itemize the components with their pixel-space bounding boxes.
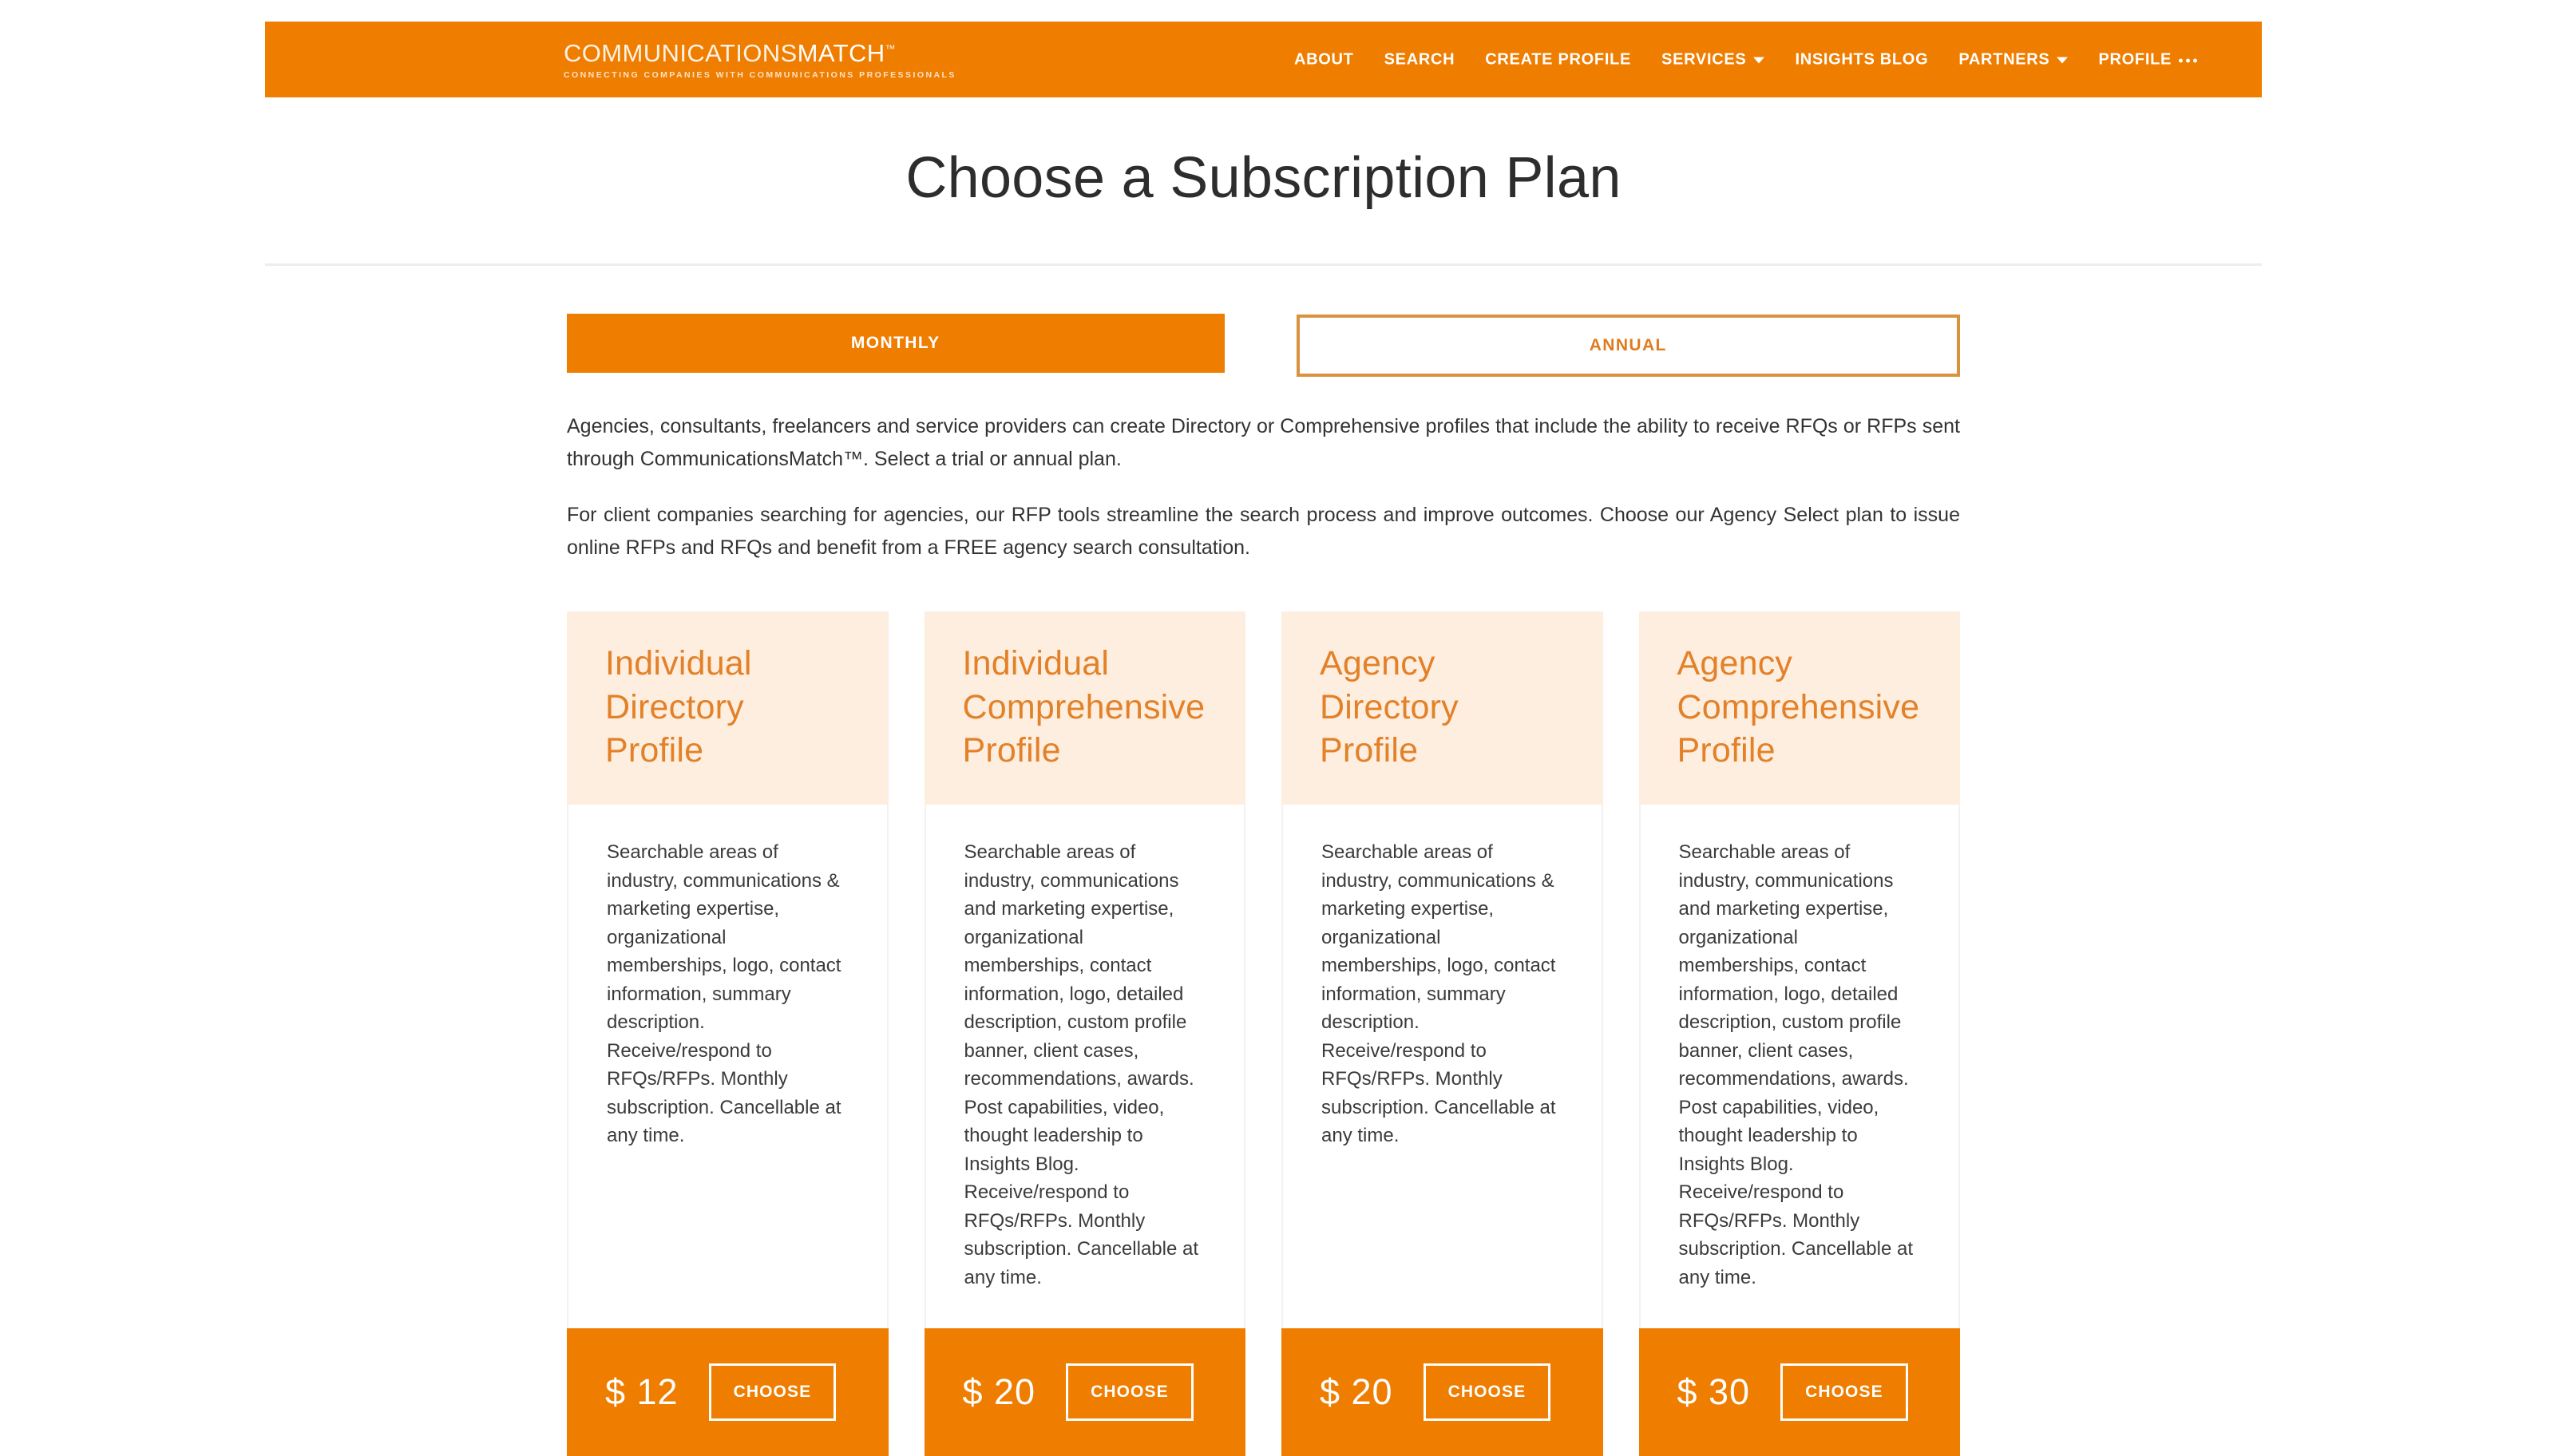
choose-button[interactable]: CHOOSE — [1423, 1363, 1551, 1422]
monthly-toggle-button[interactable]: MONTHLY — [567, 314, 1225, 374]
intro-text: Agencies, consultants, freelancers and s… — [567, 410, 1960, 564]
plan-name: Individual Directory Profile — [605, 644, 752, 770]
plan-card-body: Searchable areas of industry, communicat… — [1638, 805, 1960, 1329]
brand-name: COMMUNICATIONSMATCH™ — [564, 40, 956, 65]
plan-card-header: Individual Comprehensive Profile — [924, 611, 1245, 805]
nav-label: PARTNERS — [1958, 50, 2050, 68]
billing-period-toggle: MONTHLY ANNUAL — [567, 314, 1960, 378]
brand-name-part1: COMMUNICATIONS — [564, 38, 798, 67]
nav-label: INSIGHTS BLOG — [1795, 50, 1929, 68]
nav-item-partners[interactable]: PARTNERS — [1943, 44, 2083, 75]
plan-name: Individual Comprehensive Profile — [962, 644, 1206, 770]
nav-item-search[interactable]: SEARCH — [1369, 44, 1471, 75]
nav-label: CREATE PROFILE — [1485, 50, 1632, 68]
plan-card: Individual Comprehensive Profile Searcha… — [924, 611, 1245, 1456]
plan-card-header: Agency Comprehensive Profile — [1638, 611, 1960, 805]
nav-label: SERVICES — [1661, 50, 1747, 68]
annual-toggle-button[interactable]: ANNUAL — [1296, 315, 1960, 378]
choose-button[interactable]: CHOOSE — [1780, 1363, 1908, 1422]
brand-tagline: CONNECTING COMPANIES WITH COMMUNICATIONS… — [564, 69, 956, 80]
plan-card-header: Agency Directory Profile — [1281, 611, 1603, 805]
plan-card-header: Individual Directory Profile — [567, 611, 889, 805]
plan-price: $ 30 — [1677, 1371, 1751, 1413]
chevron-down-icon — [1753, 57, 1765, 64]
title-divider — [265, 263, 2262, 267]
plan-price: $ 20 — [1320, 1371, 1393, 1413]
nav-item-about[interactable]: ABOUT — [1279, 44, 1369, 75]
page-container: COMMUNICATIONSMATCH™ CONNECTING COMPANIE… — [265, 0, 2262, 1456]
choose-button[interactable]: CHOOSE — [708, 1363, 837, 1422]
plan-name: Agency Comprehensive Profile — [1677, 644, 1920, 770]
brand-name-part2: MATCH — [797, 38, 885, 67]
plan-description: Searchable areas of industry, communicat… — [1321, 841, 1556, 1147]
trademark-icon: ™ — [885, 42, 896, 54]
plan-card-body: Searchable areas of industry, communicat… — [1281, 805, 1603, 1329]
plan-card-footer: $ 20 CHOOSE — [924, 1328, 1245, 1456]
plan-description: Searchable areas of industry, communicat… — [607, 841, 841, 1147]
plan-description: Searchable areas of industry, communicat… — [1678, 841, 1914, 1288]
main-navigation: ABOUT SEARCH CREATE PROFILE SERVICES INS… — [1279, 44, 2212, 75]
page-title: Choose a Subscription Plan — [905, 146, 1622, 210]
plan-card-footer: $ 12 CHOOSE — [567, 1328, 889, 1456]
plan-description: Searchable areas of industry, communicat… — [964, 841, 1199, 1288]
choose-button[interactable]: CHOOSE — [1066, 1363, 1194, 1422]
plan-cards-grid: Individual Directory Profile Searchable … — [567, 611, 1960, 1456]
ellipsis-icon — [2179, 58, 2198, 62]
plan-price: $ 20 — [962, 1371, 1036, 1413]
nav-item-services[interactable]: SERVICES — [1646, 44, 1780, 75]
plan-name: Agency Directory Profile — [1320, 644, 1459, 770]
plan-card-body: Searchable areas of industry, communicat… — [567, 805, 889, 1329]
plan-card-footer: $ 20 CHOOSE — [1281, 1328, 1603, 1456]
nav-label: PROFILE — [2098, 50, 2172, 68]
nav-item-profile[interactable]: PROFILE — [2083, 44, 2212, 75]
intro-paragraph-2: For client companies searching for agenc… — [567, 504, 1960, 559]
nav-item-insights-blog[interactable]: INSIGHTS BLOG — [1780, 44, 1943, 75]
plan-card-footer: $ 30 CHOOSE — [1638, 1328, 1960, 1456]
plan-card: Individual Directory Profile Searchable … — [567, 611, 889, 1456]
plan-card: Agency Comprehensive Profile Searchable … — [1638, 611, 1960, 1456]
nav-item-create-profile[interactable]: CREATE PROFILE — [1470, 44, 1646, 75]
plan-card-body: Searchable areas of industry, communicat… — [924, 805, 1245, 1329]
site-header: COMMUNICATIONSMATCH™ CONNECTING COMPANIE… — [265, 22, 2262, 97]
nav-label: SEARCH — [1384, 50, 1455, 68]
chevron-down-icon — [2057, 57, 2069, 64]
content-area: MONTHLY ANNUAL Agencies, consultants, fr… — [265, 314, 2262, 1456]
brand-logo[interactable]: COMMUNICATIONSMATCH™ CONNECTING COMPANIE… — [564, 40, 956, 79]
plan-price: $ 12 — [605, 1371, 679, 1413]
nav-label: ABOUT — [1294, 50, 1354, 68]
intro-paragraph-1: Agencies, consultants, freelancers and s… — [567, 415, 1960, 470]
plan-card: Agency Directory Profile Searchable area… — [1281, 611, 1603, 1456]
